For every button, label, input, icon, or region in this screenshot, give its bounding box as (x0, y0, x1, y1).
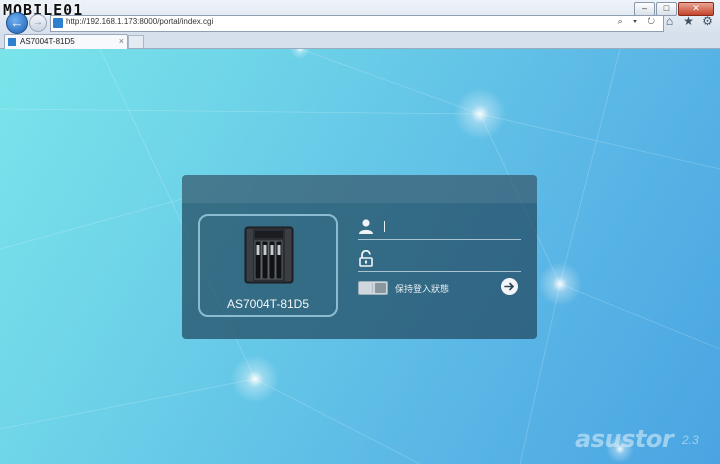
forward-button[interactable]: → (29, 14, 47, 32)
login-submit-button[interactable] (501, 278, 518, 295)
tab-strip: AS7004T-81D5 × (0, 34, 720, 49)
device-card: AS7004T-81D5 (198, 214, 338, 317)
page-favicon-icon (53, 18, 63, 28)
browser-toolbar: ⌂ ★ ⚙ (663, 15, 714, 28)
nas-device-image (244, 226, 294, 284)
favorites-star-icon[interactable]: ★ (682, 15, 695, 28)
login-panel-header (182, 175, 537, 203)
toggle-knob (375, 283, 386, 293)
browser-titlebar: MOBILE01 – □ ✕ ← → http://192.168.1.173:… (0, 0, 720, 35)
settings-gear-icon[interactable]: ⚙ (701, 15, 714, 28)
tab-favicon-icon (8, 38, 16, 46)
password-input[interactable] (382, 249, 522, 269)
tab-close-icon[interactable]: × (119, 36, 124, 46)
minimize-button[interactable]: – (634, 2, 655, 16)
arrow-right-icon (504, 282, 515, 291)
url-text[interactable]: http://192.168.1.173:8000/portal/index.c… (66, 17, 213, 26)
asustor-logo: asustor (575, 425, 674, 453)
back-button[interactable]: ← (6, 12, 28, 34)
remember-login-toggle[interactable] (358, 281, 388, 295)
remember-login-label: 保持登入狀態 (395, 285, 450, 295)
tab-title: AS7004T-81D5 (20, 37, 75, 46)
address-bar[interactable]: http://192.168.1.173:8000/portal/index.c… (50, 15, 664, 32)
username-input[interactable] (382, 217, 522, 237)
password-field[interactable] (358, 247, 522, 272)
page-viewport: AS7004T-81D5 保持登入狀態 asustor 2.3 (0, 49, 720, 464)
toggle-divider (372, 283, 373, 293)
unlock-icon (359, 250, 373, 267)
new-tab-button[interactable] (128, 35, 144, 48)
device-name: AS7004T-81D5 (226, 297, 310, 311)
tab-active[interactable]: AS7004T-81D5 × (4, 34, 128, 49)
firmware-version: 2.3 (682, 433, 699, 447)
home-icon[interactable]: ⌂ (663, 15, 676, 28)
user-icon (359, 219, 373, 234)
login-panel: AS7004T-81D5 保持登入狀態 (182, 175, 537, 339)
address-bar-actions[interactable]: ⌕ ▾ ↻ (618, 16, 659, 27)
username-field[interactable] (358, 215, 522, 240)
